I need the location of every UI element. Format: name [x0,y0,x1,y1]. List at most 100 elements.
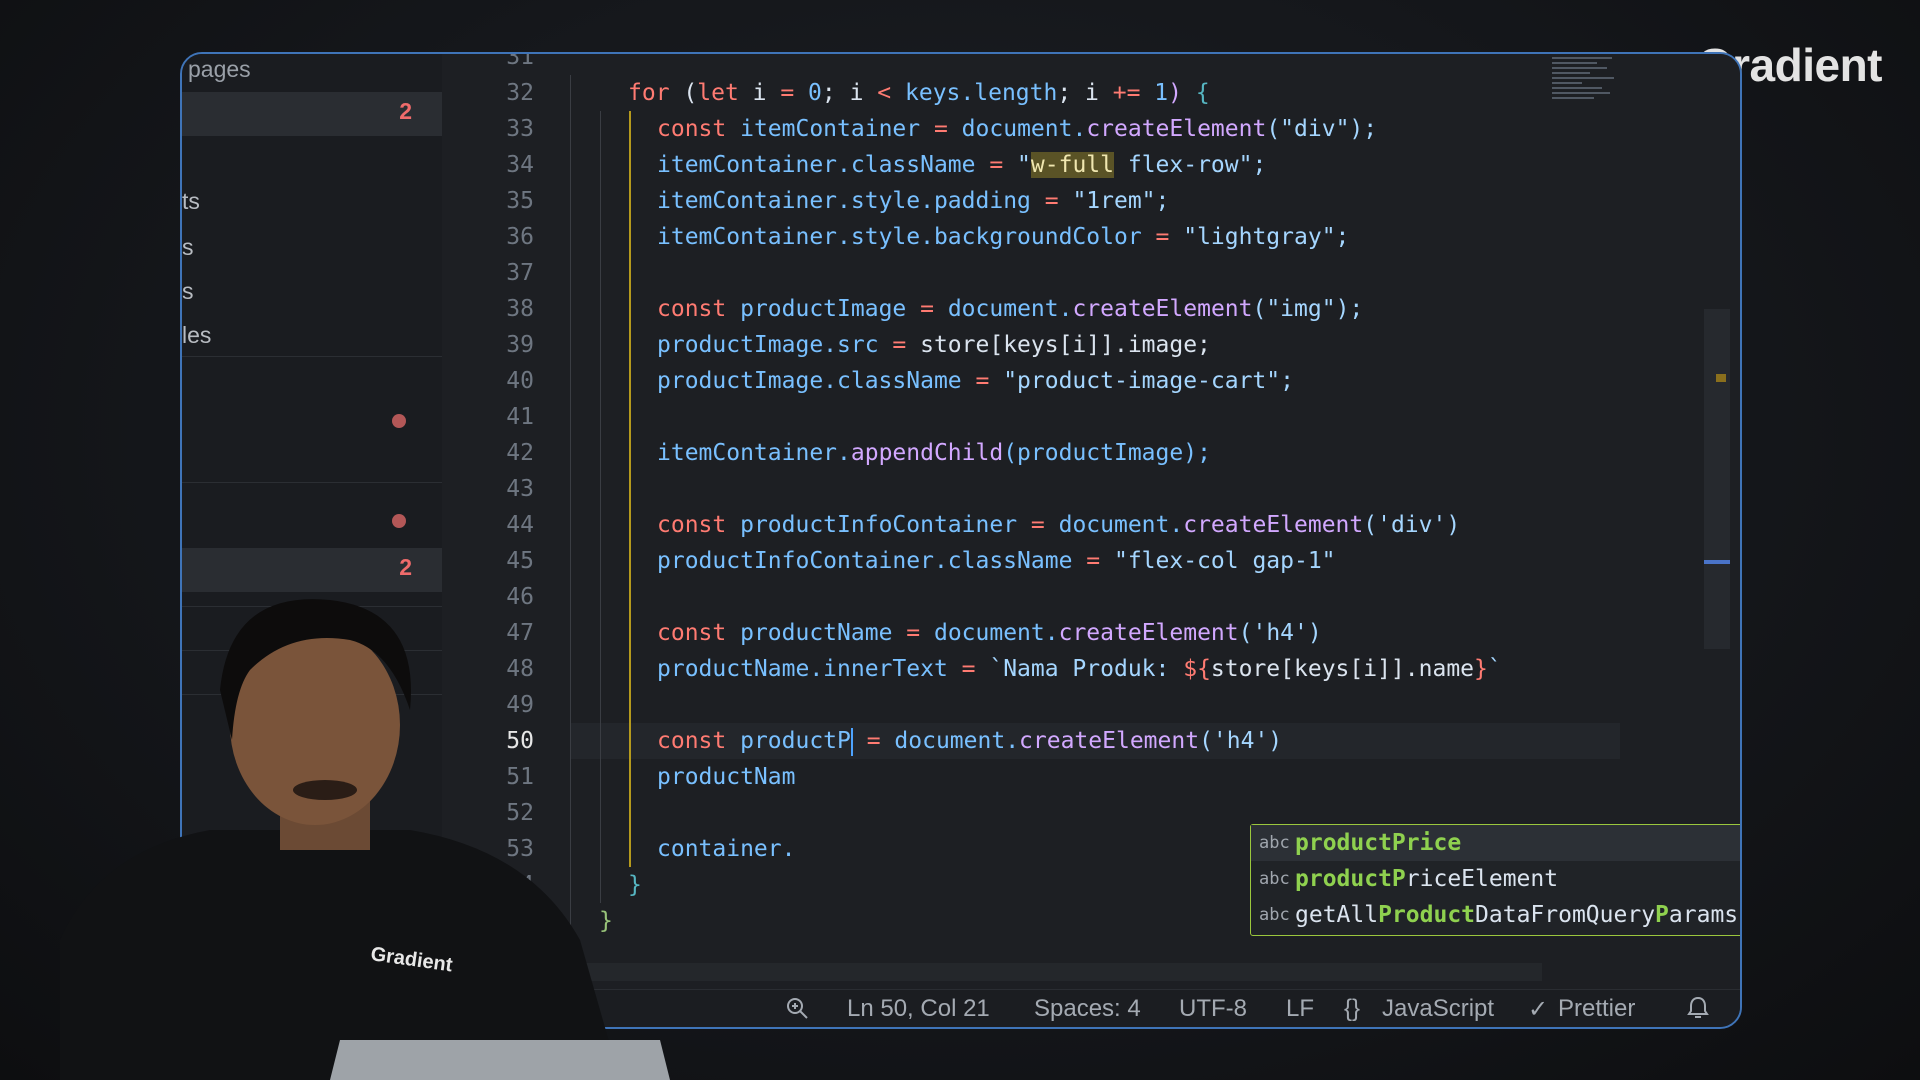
function: createElement [1072,296,1253,322]
function: createElement [1183,512,1364,538]
suggest-item[interactable]: abc productPriceElement [1251,861,1740,897]
string: "flex-col gap-1" [1113,548,1336,574]
operator: = [920,296,934,322]
variable: productInfoContainer. [657,548,948,574]
suggest-item[interactable]: abc getAllProductDataFromQueryParams [1251,897,1740,933]
selection-highlight: w-full [1030,152,1114,178]
zoom-icon[interactable] [785,996,809,1020]
vertical-scrollbar[interactable] [1704,309,1730,649]
line-number: 36 [506,224,534,250]
line-number: 37 [506,260,534,286]
string: ("div"); [1266,116,1378,142]
variable: productImage [726,296,921,322]
variable: document. [894,728,1020,754]
minimap-line [1552,87,1602,89]
function: appendChild [850,440,1004,466]
sidebar-item-label[interactable]: s [182,278,194,305]
minimap-line [1552,67,1607,69]
suggest-rest: arams [1668,902,1739,928]
variable: productImage. [657,332,838,358]
code-line-34: itemContainer.className = "w-full flex-r… [657,147,1266,183]
suggest-match: P [1655,902,1669,928]
suggest-prefix: getAll [1295,902,1379,928]
indentation-setting[interactable]: Spaces: 4 [1034,995,1141,1023]
operator: < [877,80,892,106]
sidebar-item-label[interactable]: s [182,234,194,261]
bracket: { [1195,80,1210,106]
operator: = [961,368,1004,394]
sidebar-divider [182,356,442,357]
code-line-32: for (let i = 0; i < keys.length; i += 1)… [628,75,1210,111]
encoding-setting[interactable]: UTF-8 [1179,995,1247,1023]
token: ( [669,80,698,106]
variable: document. [947,116,1087,142]
code-line-48: productName.innerText = `Nama Produk: ${… [657,651,1502,687]
operator: = [975,152,1018,178]
minimap-line [1552,62,1597,64]
sidebar-item-selected[interactable]: 2 [182,92,442,136]
explorer-folder-pages[interactable]: pages [188,56,251,83]
overview-ruler-mark [1716,374,1726,382]
code-line-33: const itemContainer = document.createEle… [657,111,1377,147]
code-line-42: itemContainer.appendChild(productImage); [657,435,1211,471]
line-number: 35 [506,188,534,214]
property: style.backgroundColor [850,224,1142,250]
autocomplete-suggest-widget[interactable]: abc productPrice abc productPriceElement… [1250,824,1740,936]
string: ('h4') [1199,728,1283,754]
presenter-webcam: Gradient [60,599,670,1080]
operator: = [878,332,921,358]
suggest-item-selected[interactable]: abc productPrice [1251,825,1740,861]
token: store[keys[i]].image; [920,332,1211,358]
variable: itemContainer [726,116,934,142]
operator: = [906,620,921,646]
code-line-50: const productP = document.createElement(… [657,723,1282,759]
language-mode[interactable]: JavaScript [1382,995,1494,1023]
line-number: 43 [506,476,534,502]
problem-count-badge: 2 [399,98,412,124]
property: innerText [823,656,948,682]
line-number: 44 [506,512,534,538]
line-number: 41 [506,404,534,430]
word-kind-icon: abc [1259,833,1290,853]
number: 0 [794,80,822,106]
variable: productP [726,728,851,754]
sidebar-item-label[interactable]: les [182,322,211,349]
operator: += [1112,80,1141,106]
property: style.padding [850,188,1031,214]
variable: itemContainer. [657,188,851,214]
line-number: 38 [506,296,534,322]
token: i [738,80,781,106]
variable: itemContainer. [657,152,851,178]
end-of-line-setting[interactable]: LF [1286,995,1314,1023]
cursor-position[interactable]: Ln 50, Col 21 [847,995,990,1023]
bell-icon[interactable] [1686,995,1710,1021]
line-number: 45 [506,548,534,574]
suggest-match: productP [1295,830,1406,856]
function: createElement [1086,116,1267,142]
check-icon: ✓ [1528,996,1549,1023]
sidebar-item-label[interactable]: ts [182,188,200,215]
bracket: ) [1168,80,1196,106]
string: ` [1487,656,1502,682]
sidebar-divider [182,482,442,483]
code-line-44: const productInfoContainer = document.cr… [657,507,1460,543]
line-number: 39 [506,332,534,358]
string: ('h4') [1238,620,1322,646]
token: ; i [821,80,878,106]
operator: = [1141,224,1184,250]
minimap[interactable] [1552,54,1622,174]
word-kind-icon: abc [1259,905,1290,925]
operator: = [852,728,895,754]
code-line-36: itemContainer.style.backgroundColor = "l… [657,219,1349,255]
property: length [974,80,1058,106]
operator: = [947,656,990,682]
minimap-line [1552,92,1610,94]
minimap-line [1552,72,1590,74]
line-number: 33 [506,116,534,142]
line-number: 40 [506,368,534,394]
formatter-status[interactable]: Prettier [1558,995,1635,1023]
string: ('div') [1363,512,1461,538]
suggest-rest: rice [1405,830,1462,856]
keyword: for [628,80,670,106]
token: store[keys[i]].name [1210,656,1475,682]
